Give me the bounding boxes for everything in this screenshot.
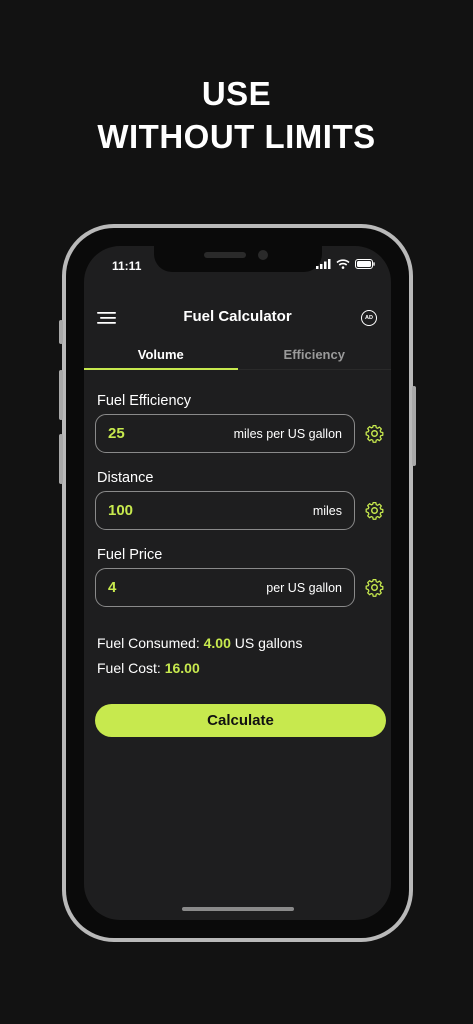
promo-headline: USE WITHOUT LIMITS [0,72,473,158]
fuel-consumed-label: Fuel Consumed: [97,635,200,651]
fuel-efficiency-unit: miles per US gallon [233,426,342,441]
fuel-efficiency-value: 25 [108,425,125,442]
home-indicator[interactable] [181,907,294,911]
status-time: 11:11 [112,259,142,273]
volume-up-button [59,370,63,420]
gear-icon[interactable] [365,578,384,597]
fuel-price-value: 4 [108,579,117,596]
distance-unit: miles [312,503,342,518]
app-title: Fuel Calculator [183,308,292,325]
fuel-consumed-value: 4.00 [203,635,231,651]
promo-line-1: USE [201,75,272,112]
gear-icon[interactable] [365,424,384,443]
ad-badge-icon[interactable]: AD [361,310,377,326]
promo-line-2: WITHOUT LIMITS [97,118,376,155]
fuel-efficiency-input[interactable]: 25 miles per US gallon [95,414,355,453]
fuel-cost-result: Fuel Cost: 16.00 [97,660,200,676]
wifi-icon [336,259,350,269]
app-bar: Fuel Calculator AD [84,298,391,338]
distance-label: Distance [97,470,154,486]
phone-body: 11:11 Fuel Calculator AD Volume Efficien… [66,228,409,938]
distance-input[interactable]: 100 miles [95,491,355,530]
fuel-price-label: Fuel Price [97,547,163,563]
mute-switch [59,320,63,344]
battery-icon [355,259,375,269]
notch [153,246,322,272]
phone-screen: 11:11 Fuel Calculator AD Volume Efficien… [84,246,391,920]
volume-down-button [59,434,63,484]
tab-bar: Volume Efficiency [84,340,391,370]
fuel-efficiency-label: Fuel Efficiency [97,393,192,409]
status-icons [316,259,375,269]
fuel-cost-value: 16.00 [164,660,200,676]
front-camera [257,250,268,260]
tab-efficiency[interactable]: Efficiency [238,340,392,369]
power-button [412,386,416,466]
gear-icon[interactable] [365,501,384,520]
fuel-consumed-result: Fuel Consumed: 4.00 US gallons [97,635,302,651]
tab-volume[interactable]: Volume [84,340,238,370]
calculate-button[interactable]: Calculate [95,704,386,737]
signal-icon [316,259,331,269]
fuel-price-unit: per US gallon [266,580,342,595]
speaker [203,252,246,258]
fuel-cost-label: Fuel Cost: [97,660,161,676]
phone-frame: 11:11 Fuel Calculator AD Volume Efficien… [59,224,416,942]
distance-value: 100 [108,502,134,519]
fuel-consumed-unit: US gallons [234,635,303,651]
fuel-price-input[interactable]: 4 per US gallon [95,568,355,607]
